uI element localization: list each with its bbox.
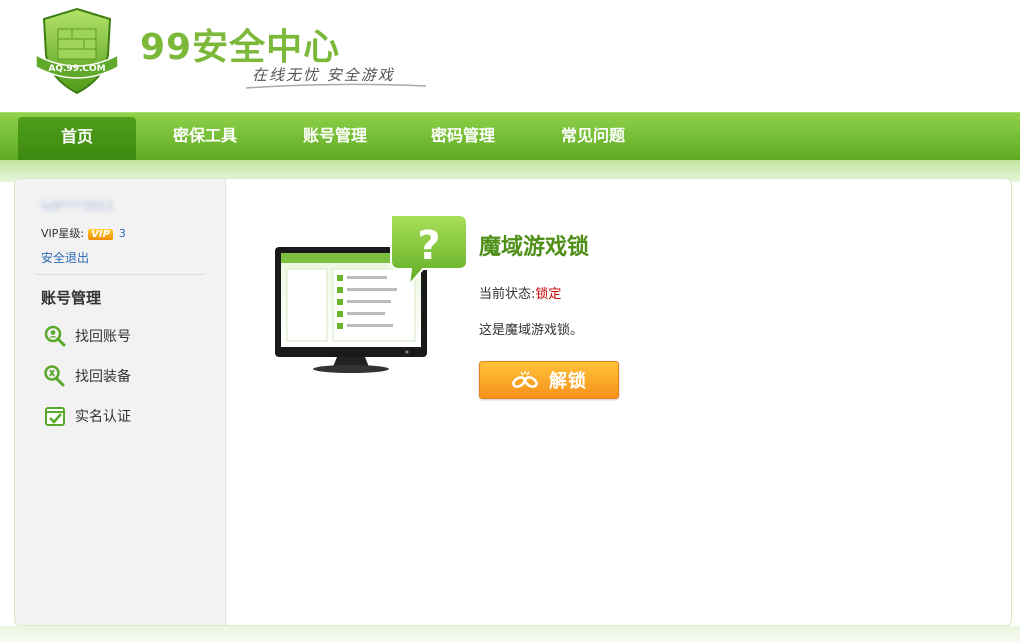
sidebar-heading: 账号管理 (41, 289, 102, 307)
status-value: 锁定 (535, 287, 562, 302)
sidebar-divider (35, 274, 205, 275)
monitor-help-icon: ? (275, 214, 468, 373)
unlock-label: 解锁 (549, 371, 587, 392)
vip-level: 3 (118, 227, 126, 240)
content-frame: lu9****2011 VIP星级: VIP 3 安全退出 账号管理 找回账号 找回… (14, 178, 1012, 626)
lock-description: 这是魔域游戏锁。 (479, 323, 584, 338)
main-nav: 首页 密保工具 账号管理 密码管理 常见问题 (0, 112, 1020, 161)
logout-link[interactable]: 安全退出 (41, 249, 89, 266)
sidebar-item-label: 找回账号 (75, 329, 131, 345)
nav-item-faq[interactable]: 常见问题 (536, 113, 650, 161)
sidebar-item-real-name[interactable]: 实名认证 (43, 403, 131, 429)
checkbox-icon (45, 407, 65, 426)
status-line: 当前状态:锁定 (479, 283, 561, 302)
logo-text: AQ.99.COM (48, 64, 105, 74)
nav-item-account[interactable]: 账号管理 (278, 113, 392, 161)
nav-item-password[interactable]: 密码管理 (406, 113, 520, 161)
sidebar: lu9****2011 VIP星级: VIP 3 安全退出 账号管理 找回账号 找回… (15, 179, 226, 625)
unlock-button[interactable]: 解锁 (479, 361, 619, 399)
status-label: 当前状态: (479, 287, 536, 302)
game-title: 魔域游戏锁 (479, 234, 590, 260)
nav-item-home[interactable]: 首页 (18, 117, 136, 161)
brand-title: 99安全中心 (140, 27, 341, 68)
vip-line: VIP星级: VIP 3 (41, 225, 126, 241)
unlock-chain-icon (512, 371, 538, 388)
shield-logo-icon[interactable]: AQ.99.COM (32, 5, 122, 97)
footer-band (0, 626, 1020, 642)
header: AQ.99.COM 99安全中心 在线无忧 安全游戏 (0, 0, 1020, 112)
swoosh-decoration (246, 83, 426, 89)
vip-label: VIP星级: (41, 227, 85, 240)
sidebar-item-recover-account[interactable]: 找回账号 (43, 323, 131, 349)
sidebar-item-label: 实名认证 (75, 409, 131, 425)
nav-item-security-tools[interactable]: 密保工具 (148, 113, 262, 161)
svg-text:?: ? (417, 223, 440, 269)
sidebar-item-label: 找回装备 (75, 369, 131, 385)
search-gear-icon (44, 365, 65, 387)
search-user-icon (44, 325, 66, 347)
vip-badge: VIP (88, 229, 113, 240)
username: lu9****2011 (41, 199, 115, 213)
sidebar-item-recover-gear[interactable]: 找回装备 (43, 363, 131, 389)
